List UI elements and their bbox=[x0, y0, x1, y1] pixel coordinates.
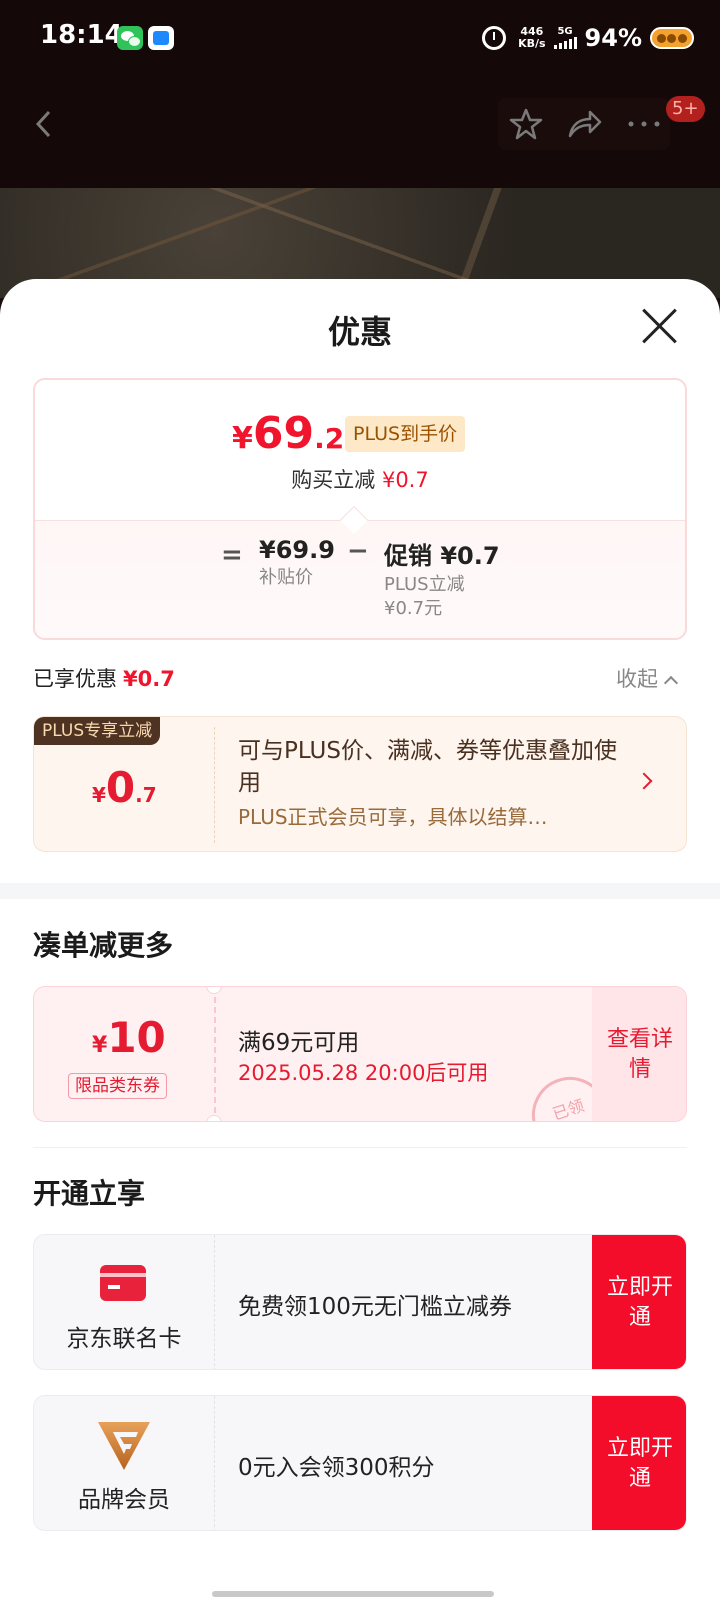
plus-discount-amount: ¥0.7 bbox=[92, 763, 157, 812]
brand-member-offer[interactable]: 品牌会员 0元入会领300积分 立即开通 bbox=[33, 1395, 687, 1531]
coupon-type-badge: 限品类东券 bbox=[68, 1073, 167, 1099]
chevron-up-icon bbox=[663, 675, 679, 691]
promo-detail-line2: ¥0.7元 bbox=[384, 598, 443, 619]
enjoyed-label: 已享优惠 bbox=[33, 667, 117, 691]
coupon-amount: ¥10 bbox=[92, 1013, 166, 1062]
promo-discount: 促销 ¥0.7 PLUS立减 ¥0.7元 bbox=[384, 536, 500, 621]
coupon-valid-time: 2025.05.28 20:00后可用 bbox=[238, 1061, 489, 1085]
enjoyed-discount: 已享优惠 ¥0.7 bbox=[33, 663, 175, 693]
subsidy-value: ¥69.9 bbox=[259, 536, 335, 564]
collapse-label: 收起 bbox=[616, 667, 658, 691]
collapse-button[interactable]: 收起 bbox=[616, 663, 679, 693]
top-bar: 18:14 446 KB/s 5G 94% 5+ bbox=[0, 0, 720, 190]
plus-exclusive-label: PLUS专享立减 bbox=[34, 717, 161, 745]
plus-amount-dec: .7 bbox=[135, 783, 157, 807]
alarm-icon bbox=[482, 26, 507, 50]
offer-description: 免费领100元无门槛立减券 bbox=[238, 1294, 512, 1320]
battery-icon bbox=[650, 27, 694, 49]
share-button[interactable] bbox=[564, 98, 604, 150]
discount-sheet: 优惠 ¥69.2 PLUS到手价 购买立减 ¥0.7 = ¥69.9 补贴价 −… bbox=[0, 279, 720, 1600]
battery-percent: 94% bbox=[584, 24, 642, 52]
brand-v-icon bbox=[98, 1422, 150, 1470]
view-details-button[interactable]: 查看详情 bbox=[592, 987, 686, 1121]
sheet-title: 优惠 bbox=[327, 313, 392, 351]
coupon-currency: ¥ bbox=[92, 1033, 108, 1058]
star-icon bbox=[509, 108, 543, 140]
close-icon[interactable] bbox=[638, 305, 682, 349]
buy-cut-value: ¥0.7 bbox=[381, 468, 429, 492]
favorite-button[interactable] bbox=[506, 98, 546, 150]
enjoyed-value: ¥0.7 bbox=[123, 667, 175, 691]
chevron-left-icon bbox=[35, 110, 51, 138]
final-price: ¥69.2 bbox=[232, 408, 344, 459]
network-type: 5G bbox=[557, 26, 573, 37]
subsidy-label: 补贴价 bbox=[259, 567, 313, 588]
plus-description: 可与PLUS价、满减、券等优惠叠加使用 bbox=[238, 738, 617, 796]
offer-name: 品牌会员 bbox=[78, 1487, 170, 1513]
price-breakdown-card: ¥69.2 PLUS到手价 购买立减 ¥0.7 = ¥69.9 补贴价 − 促销… bbox=[33, 378, 687, 640]
more-button[interactable] bbox=[624, 98, 664, 150]
more-discount-title: 凑单减更多 bbox=[33, 929, 174, 962]
buy-cut-label: 购买立减 bbox=[291, 468, 376, 492]
open-now-button[interactable]: 立即开通 bbox=[592, 1396, 686, 1530]
promo-detail: PLUS立减 ¥0.7元 bbox=[384, 573, 500, 621]
more-dots-icon bbox=[628, 121, 660, 127]
plus-note: PLUS正式会员可享，具体以结算… bbox=[238, 805, 548, 829]
coupon-condition: 满69元可用 bbox=[238, 1030, 360, 1056]
status-right: 446 KB/s 5G 94% bbox=[482, 18, 694, 58]
home-indicator[interactable] bbox=[212, 1591, 494, 1597]
co-branded-card-offer[interactable]: 京东联名卡 免费领100元无门槛立减券 立即开通 bbox=[33, 1234, 687, 1370]
buy-cut-line: 购买立减 ¥0.7 bbox=[35, 464, 685, 494]
open-now-button[interactable]: 立即开通 bbox=[592, 1235, 686, 1369]
equals-sign: = bbox=[221, 540, 243, 570]
share-icon bbox=[568, 110, 602, 138]
offer-name: 京东联名卡 bbox=[66, 1326, 182, 1352]
section-divider bbox=[0, 883, 720, 899]
chevron-right-icon bbox=[635, 772, 653, 790]
status-bar: 18:14 446 KB/s 5G 94% bbox=[0, 0, 720, 76]
status-time: 18:14 bbox=[40, 20, 123, 50]
back-button[interactable] bbox=[18, 98, 70, 150]
promo-value: 促销 ¥0.7 bbox=[384, 542, 500, 570]
plus-amount-int: 0 bbox=[105, 763, 136, 812]
credit-card-icon bbox=[100, 1265, 146, 1301]
promo-detail-line1: PLUS立减 bbox=[384, 574, 465, 595]
final-price-dec: .2 bbox=[314, 422, 345, 455]
plus-amount-currency: ¥ bbox=[92, 783, 106, 807]
final-price-currency: ¥ bbox=[232, 421, 253, 456]
signal-icon: 5G bbox=[553, 26, 577, 49]
app-notification-icon bbox=[148, 26, 174, 50]
wechat-notification-icon bbox=[117, 26, 143, 50]
coupon-card[interactable]: ¥10 限品类东券 满69元可用 2025.05.28 20:00后可用 已领 … bbox=[33, 986, 687, 1122]
plus-price-tag: PLUS到手价 bbox=[345, 416, 466, 452]
message-badge: 5+ bbox=[666, 96, 705, 122]
subsidy-price: ¥69.9 补贴价 bbox=[259, 536, 335, 590]
plus-discount-card[interactable]: PLUS专享立减 ¥0.7 可与PLUS价、满减、券等优惠叠加使用 PLUS正式… bbox=[33, 716, 687, 852]
minus-sign: − bbox=[347, 536, 369, 566]
offer-description: 0元入会领300积分 bbox=[238, 1455, 435, 1481]
net-speed-unit: KB/s bbox=[518, 37, 546, 50]
open-benefits-title: 开通立享 bbox=[33, 1177, 146, 1210]
final-price-int: 69 bbox=[252, 408, 315, 459]
coupon-amount-value: 10 bbox=[107, 1013, 166, 1062]
net-speed: 446 KB/s bbox=[518, 26, 545, 50]
